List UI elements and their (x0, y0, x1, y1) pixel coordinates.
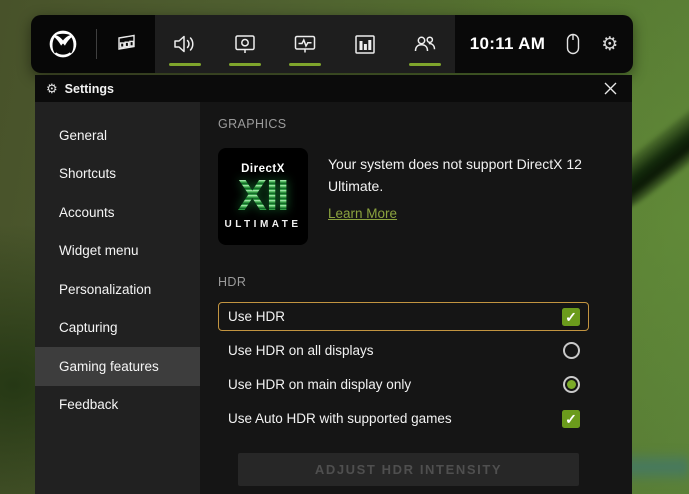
sidebar-item-gaming-features[interactable]: Gaming features (35, 347, 200, 386)
directx-support-message: Your system does not support DirectX 12 … (328, 154, 610, 197)
sidebar-item-feedback[interactable]: Feedback (35, 386, 200, 425)
hdr-main-display-label: Use HDR on main display only (228, 377, 411, 392)
active-underline (289, 63, 321, 66)
dx-logo-numeral: XII (238, 175, 289, 217)
xbox-logo-icon[interactable] (47, 28, 79, 60)
capture-monitor-icon (233, 33, 257, 56)
use-hdr-checkbox[interactable]: ✓ (562, 308, 580, 326)
use-hdr-row[interactable]: Use HDR ✓ (218, 302, 589, 331)
performance-monitor-icon (293, 33, 317, 56)
people-icon (412, 33, 438, 55)
active-underline (229, 63, 261, 66)
dx-logo-bottom-text: ULTIMATE (224, 219, 301, 230)
sidebar-item-personalization[interactable]: Personalization (35, 270, 200, 309)
settings-header: ⚙ Settings (35, 75, 632, 102)
hdr-all-displays-radio[interactable] (563, 342, 580, 359)
clock: 10:11 AM (470, 34, 545, 54)
gamebar-toolbar: 10:11 AM ⚙ (31, 15, 633, 73)
hdr-main-display-row[interactable]: Use HDR on main display only (218, 370, 589, 399)
resources-widget-button[interactable] (335, 15, 395, 73)
settings-sidebar: General Shortcuts Accounts Widget menu P… (35, 102, 200, 494)
learn-more-link[interactable]: Learn More (328, 206, 397, 221)
close-icon[interactable] (599, 78, 621, 100)
hdr-all-displays-label: Use HDR on all displays (228, 343, 374, 358)
speaker-icon (172, 33, 198, 55)
auto-hdr-checkbox[interactable]: ✓ (562, 410, 580, 428)
settings-content: GRAPHICS DirectX XII ULTIMATE Your syste… (200, 102, 632, 494)
sidebar-item-general[interactable]: General (35, 116, 200, 155)
adjust-hdr-intensity-button[interactable]: ADJUST HDR INTENSITY (238, 453, 579, 486)
hdr-section-label: HDR (218, 275, 610, 289)
audio-widget-button[interactable] (155, 15, 215, 73)
active-underline (169, 63, 201, 66)
widget-menu-icon[interactable] (113, 32, 139, 56)
settings-title: Settings (65, 82, 114, 96)
hdr-main-display-radio[interactable] (563, 376, 580, 393)
graphics-section-label: GRAPHICS (218, 117, 610, 131)
social-widget-button[interactable] (395, 15, 455, 73)
directx12-ultimate-logo: DirectX XII ULTIMATE (218, 148, 308, 245)
sidebar-item-widget-menu[interactable]: Widget menu (35, 232, 200, 271)
bar-chart-icon (353, 33, 377, 56)
settings-gear-icon: ⚙ (46, 82, 58, 95)
toolbar-separator (96, 29, 97, 59)
sidebar-item-accounts[interactable]: Accounts (35, 193, 200, 232)
mouse-icon[interactable] (565, 32, 581, 56)
active-underline (409, 63, 441, 66)
gear-icon[interactable]: ⚙ (601, 35, 618, 54)
sidebar-item-shortcuts[interactable]: Shortcuts (35, 155, 200, 194)
performance-widget-button[interactable] (275, 15, 335, 73)
capture-widget-button[interactable] (215, 15, 275, 73)
auto-hdr-label: Use Auto HDR with supported games (228, 411, 452, 426)
auto-hdr-row[interactable]: Use Auto HDR with supported games ✓ (218, 404, 589, 433)
settings-panel: ⚙ Settings General Shortcuts Accounts Wi… (35, 75, 632, 494)
use-hdr-label: Use HDR (228, 309, 285, 324)
sidebar-item-capturing[interactable]: Capturing (35, 309, 200, 348)
hdr-all-displays-row[interactable]: Use HDR on all displays (218, 336, 589, 365)
